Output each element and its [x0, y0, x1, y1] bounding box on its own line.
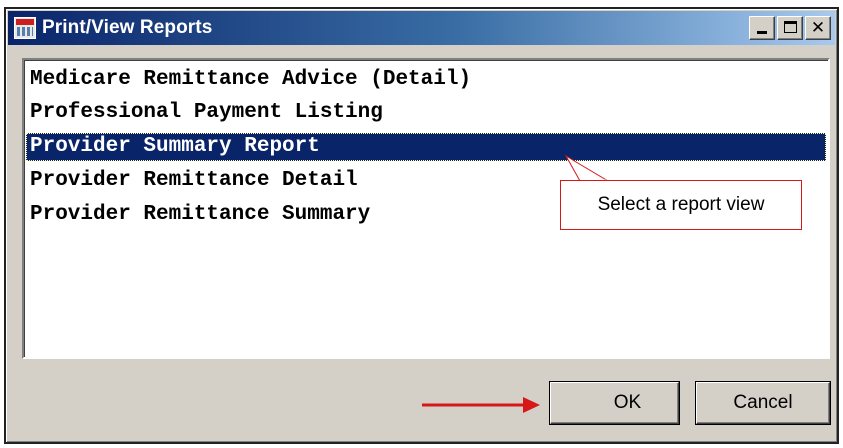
- report-item-professional-payment-listing[interactable]: Professional Payment Listing: [26, 99, 826, 127]
- cancel-button[interactable]: Cancel: [696, 382, 830, 424]
- window-title: Print/View Reports: [42, 17, 213, 38]
- ok-button[interactable]: OK: [550, 382, 679, 424]
- close-icon: ✕: [810, 17, 826, 38]
- maximize-icon: [784, 21, 797, 33]
- report-item-medicare-remittance-advice[interactable]: Medicare Remittance Advice (Detail): [26, 66, 826, 94]
- cancel-button-label: Cancel: [733, 392, 793, 413]
- title-bar[interactable]: Print/View Reports ✕: [8, 11, 835, 45]
- maximize-button[interactable]: [777, 16, 803, 40]
- instruction-callout: Select a report view: [560, 180, 802, 230]
- minimize-button[interactable]: [749, 16, 775, 40]
- report-app-icon[interactable]: [14, 17, 36, 39]
- minimize-icon: [757, 31, 767, 34]
- window-controls: ✕: [749, 16, 831, 40]
- close-button[interactable]: ✕: [805, 16, 831, 40]
- report-item-provider-summary-report[interactable]: Provider Summary Report: [26, 133, 826, 161]
- ok-button-label: OK: [613, 392, 642, 413]
